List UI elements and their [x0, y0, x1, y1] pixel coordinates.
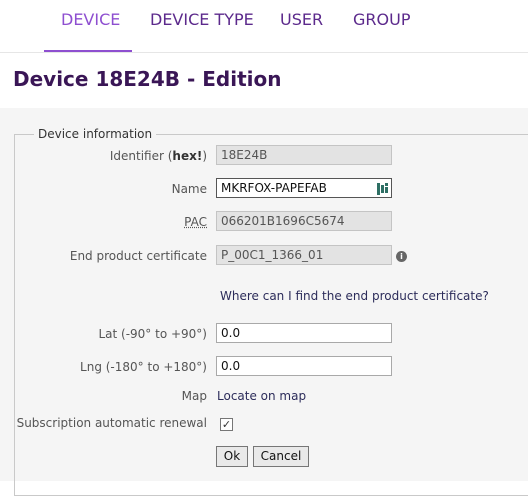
- lat-input[interactable]: 0.0: [216, 323, 392, 343]
- checkmark-icon: ✓: [221, 418, 232, 431]
- info-circle-icon[interactable]: i: [396, 251, 407, 262]
- tab-user[interactable]: USER: [280, 10, 323, 29]
- top-nav: DEVICE DEVICE TYPE USER GROUP: [0, 0, 528, 53]
- name-label: Name: [171, 182, 207, 196]
- certificate-help-link[interactable]: Where can I find the end product certifi…: [220, 289, 489, 303]
- tab-device[interactable]: DEVICE: [61, 10, 120, 29]
- keepass-icon[interactable]: [377, 183, 389, 195]
- lng-label: Lng (-180° to +180°): [80, 360, 207, 374]
- name-input[interactable]: MKRFOX-PAPEFAB: [216, 178, 392, 198]
- map-label: Map: [181, 389, 207, 403]
- ok-button[interactable]: Ok: [216, 446, 248, 467]
- tab-device-type[interactable]: DEVICE TYPE: [150, 10, 254, 29]
- certificate-label: End product certificate: [69, 249, 207, 263]
- identifier-label: Identifier (hex!): [109, 149, 207, 163]
- lat-label: Lat (-90° to +90°): [98, 327, 207, 341]
- pac-label: PAC: [184, 215, 207, 229]
- identifier-field: 18E24B: [216, 145, 392, 165]
- renewal-checkbox[interactable]: ✓: [220, 418, 233, 431]
- lng-input[interactable]: 0.0: [216, 356, 392, 376]
- page-title: Device 18E24B - Edition: [13, 67, 282, 91]
- certificate-field: P_00C1_1366_01: [216, 245, 392, 265]
- cancel-button[interactable]: Cancel: [253, 446, 309, 467]
- pac-field: 066201B1696C5674: [216, 211, 392, 231]
- active-tab-indicator: [44, 50, 132, 52]
- renewal-label: Subscription automatic renewal: [16, 416, 207, 430]
- locate-on-map-link[interactable]: Locate on map: [217, 389, 306, 403]
- tab-group[interactable]: GROUP: [353, 10, 410, 29]
- fieldset-legend: Device information: [34, 127, 157, 141]
